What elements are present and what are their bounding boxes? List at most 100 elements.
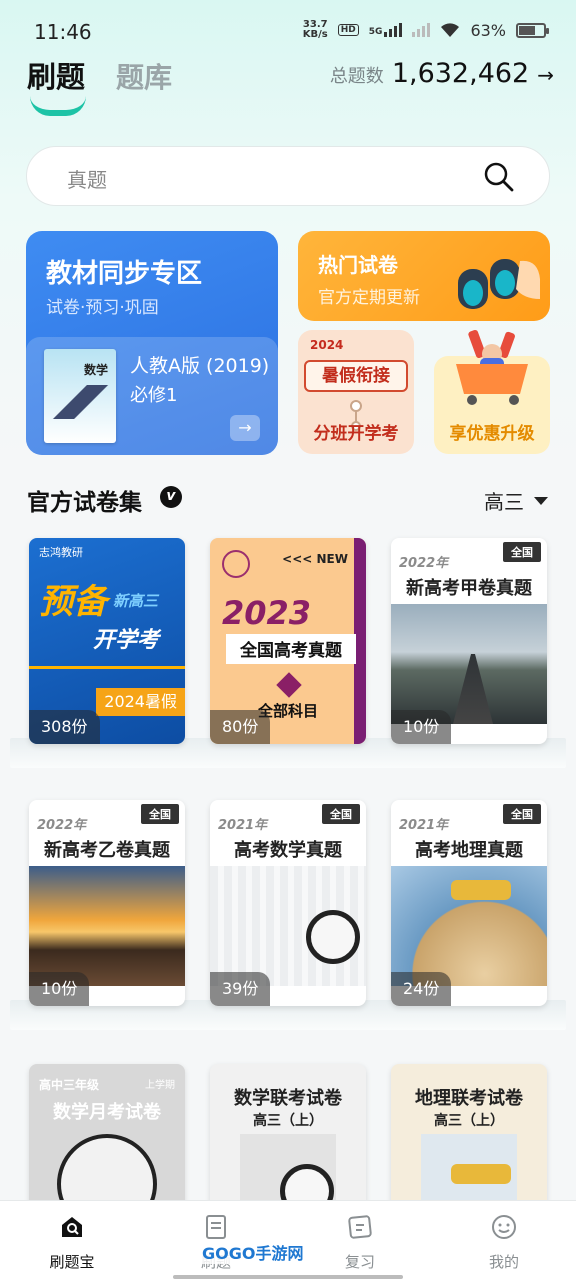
diamond-icon <box>276 672 302 698</box>
tab-mine[interactable]: 我的 <box>454 1213 554 1272</box>
tab-shuati[interactable]: 刷题 <box>27 54 85 96</box>
airplane-icon <box>451 880 511 900</box>
textbook-sync-card[interactable]: 教材同步专区 试卷·预习·巩固 数学 人教A版 (2019) 必修1 → <box>26 231 278 455</box>
region-badge: 全国 <box>503 542 541 562</box>
paper-title: 全国高考真题 <box>240 641 342 661</box>
battery-icon <box>516 22 549 38</box>
paper-year: 2023 <box>222 594 312 632</box>
search-icon[interactable] <box>483 161 515 193</box>
book-cover: 数学 <box>44 349 116 443</box>
paper-card[interactable]: 全国 2022年 新高考甲卷真题 10份 <box>391 538 547 744</box>
paper-title: 地理联考试卷 <box>415 1088 523 1109</box>
paper-card[interactable]: 全国 2021年 高考地理真题 24份 <box>391 800 547 1006</box>
tab-home[interactable]: 刷题宝 <box>22 1213 122 1272</box>
summer-subtitle: 分班开学考 <box>313 424 399 444</box>
textbook-card-subtitle: 试卷·预习·巩固 <box>46 298 159 318</box>
paper-card[interactable]: <<< NEW 2023 全国高考真题 全部科目 80份 <box>210 538 366 744</box>
paper-year: 2022年 <box>37 818 87 833</box>
official-papers-title: 官方试卷集 <box>27 490 142 516</box>
search-placeholder: 真题 <box>67 168 107 192</box>
home-indicator[interactable] <box>173 1275 403 1279</box>
search-home-icon <box>62 1217 82 1237</box>
paper-exam-name: 开学考 <box>93 628 160 653</box>
paper-count: 308份 <box>29 710 100 744</box>
region-badge: 全国 <box>141 804 179 824</box>
paper-count: 10份 <box>29 972 90 1006</box>
verified-icon: v <box>160 486 182 508</box>
paper-tag: 2024暑假 <box>96 688 185 716</box>
hot-papers-card[interactable]: 热门试卷 官方定期更新 <box>298 231 550 321</box>
book-edition: 人教A版 (2019) <box>130 355 270 377</box>
summer-title: 暑假衔接 <box>304 360 408 392</box>
battery-percent: 63% <box>470 20 506 40</box>
paper-count: 10份 <box>391 710 452 744</box>
net-speed: 33.7 KB/s <box>302 19 328 40</box>
paper-term: 上学期 <box>145 1080 175 1091</box>
summer-year: 2024 <box>310 338 344 352</box>
smiley-icon <box>492 1215 516 1239</box>
paper-count: 39份 <box>210 972 271 1006</box>
signal-icon <box>412 23 431 37</box>
hd-icon: HD <box>337 24 359 36</box>
grade-selector[interactable]: 高三 <box>484 486 548 515</box>
total-questions[interactable]: 总题数 1,632,462 → <box>330 58 554 89</box>
paper-subtitle: 高三（上） <box>434 1113 504 1129</box>
alarm-clock-icon <box>306 910 360 964</box>
school-logo-icon <box>222 550 250 578</box>
review-card-icon <box>348 1215 372 1239</box>
tab-home-label: 刷题宝 <box>49 1253 95 1271</box>
summer-bridge-card[interactable]: 2024 暑假衔接 分班开学考 <box>298 330 414 454</box>
tab-review[interactable]: 复习 <box>310 1213 410 1272</box>
tab-mine-label: 我的 <box>488 1253 519 1271</box>
paper-title: 数学联考试卷 <box>234 1088 342 1109</box>
paper-title: 高考数学真题 <box>234 840 342 861</box>
paper-brand: 志鸿教研 <box>39 546 83 559</box>
paper-card[interactable]: 志鸿教研 预备 新高三 开学考 2024暑假 308份 <box>29 538 185 744</box>
total-value: 1,632,462 <box>391 58 530 89</box>
paper-title: 高考地理真题 <box>415 840 523 861</box>
cover-image <box>29 866 185 986</box>
shopping-cart-icon <box>456 329 528 405</box>
hot-papers-title: 热门试卷 <box>318 253 398 277</box>
status-time: 11:46 <box>34 20 92 44</box>
paper-title: 新高考乙卷真题 <box>44 840 170 861</box>
paper-year: 2021年 <box>218 818 268 833</box>
tab-active-indicator <box>30 96 86 116</box>
vip-upgrade-card[interactable]: 享优惠升级 <box>434 329 550 454</box>
paper-card[interactable]: 全国 2021年 高考数学真题 39份 <box>210 800 366 1006</box>
total-label: 总题数 <box>329 66 384 87</box>
hot-papers-subtitle: 官方定期更新 <box>318 288 420 308</box>
arrow-right-icon: → <box>537 63 554 87</box>
tab-review-label: 复习 <box>344 1253 375 1271</box>
paper-title: 新高考甲卷真题 <box>406 578 532 599</box>
binoculars-icon <box>458 259 540 309</box>
vip-upgrade-label: 享优惠升级 <box>449 424 535 444</box>
grade-label: 高三 <box>484 490 524 514</box>
watermark-logo: GOGO手游网 <box>198 1240 308 1264</box>
tab-tiku[interactable]: 题库 <box>116 56 172 96</box>
arrow-right-icon[interactable]: → <box>230 415 260 441</box>
search-bar[interactable]: 真题 <box>26 146 550 206</box>
status-bar: 11:46 33.7 KB/s HD 5G 63% <box>0 0 576 62</box>
paper-year: 2021年 <box>399 818 449 833</box>
paper-subtitle: 高三（上） <box>253 1113 323 1129</box>
caret-down-icon <box>534 496 548 505</box>
paper-count: 80份 <box>210 710 271 744</box>
book-volume: 必修1 <box>130 385 178 406</box>
current-book[interactable]: 数学 人教A版 (2019) 必修1 → <box>26 337 278 455</box>
paper-card[interactable]: 全国 2022年 新高考乙卷真题 10份 <box>29 800 185 1006</box>
region-badge: 全国 <box>503 804 541 824</box>
textbook-card-title: 教材同步专区 <box>46 259 203 289</box>
wifi-icon <box>441 23 460 37</box>
cover-image <box>391 604 547 724</box>
paper-headline: 预备 <box>39 582 107 622</box>
paper-subheadline: 新高三 <box>113 592 159 610</box>
airplane-icon <box>451 1164 511 1184</box>
new-label: <<< NEW <box>282 552 348 566</box>
status-icons: 33.7 KB/s HD 5G 63% <box>302 19 549 40</box>
region-badge: 全国 <box>322 804 360 824</box>
paper-title: 数学月考试卷 <box>53 1102 161 1123</box>
signal-5g-icon: 5G <box>369 23 403 37</box>
paper-count: 24份 <box>391 972 452 1006</box>
paper-year: 2022年 <box>399 556 449 571</box>
